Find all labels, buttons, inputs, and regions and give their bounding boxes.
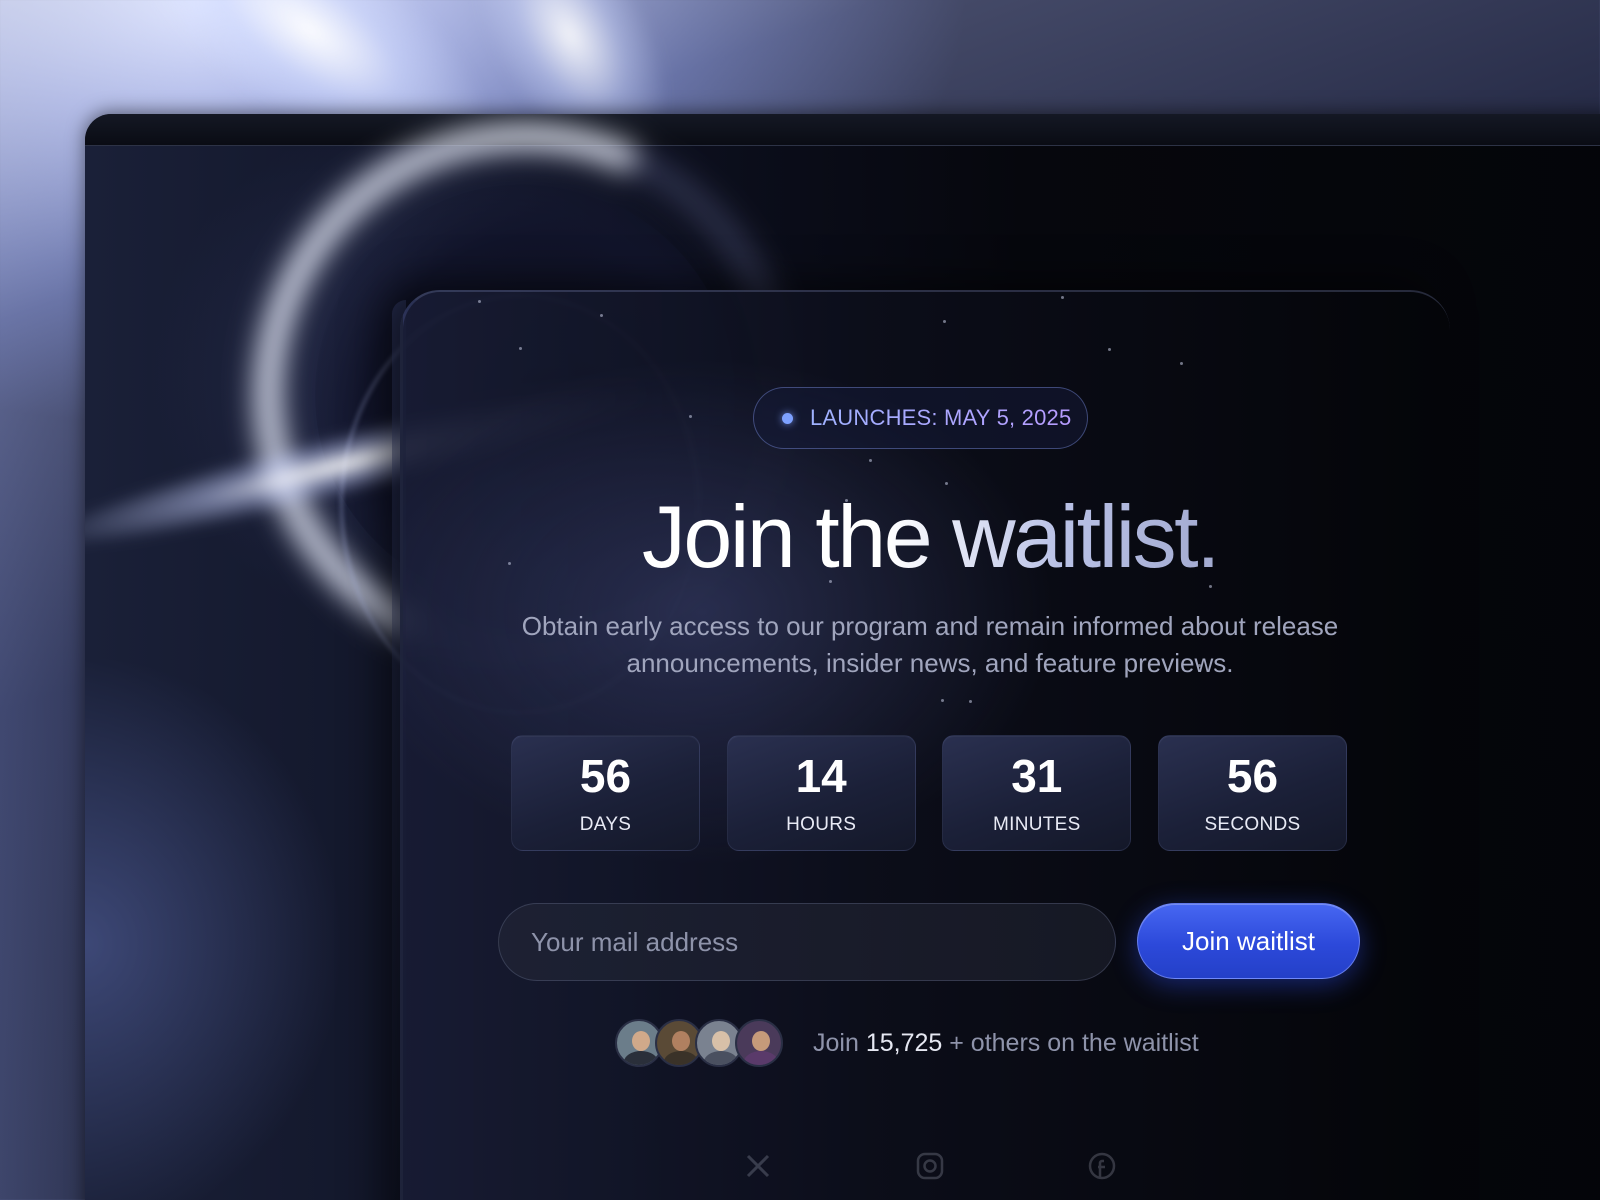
star xyxy=(943,320,946,323)
star xyxy=(689,415,692,418)
star xyxy=(1061,296,1064,299)
countdown-label: SECONDS xyxy=(1204,814,1301,835)
star xyxy=(1180,362,1183,365)
countdown-value: 14 xyxy=(795,750,847,802)
star xyxy=(941,699,944,702)
countdown-days: 56 DAYS xyxy=(511,735,700,851)
countdown-value: 56 xyxy=(1226,750,1279,802)
star xyxy=(869,459,872,462)
social-proof: Join 15,725 + others on the waitlist xyxy=(615,1018,1199,1068)
proof-prefix: Join xyxy=(813,1028,859,1057)
star xyxy=(519,347,522,350)
star xyxy=(1108,348,1111,351)
countdown-seconds: 56 SECONDS xyxy=(1157,735,1347,851)
x-icon[interactable] xyxy=(740,1148,776,1184)
star xyxy=(969,700,972,703)
avatar-stack xyxy=(615,1019,783,1067)
launch-date-badge: LAUNCHES: MAY 5, 2025 xyxy=(753,387,1088,449)
left-glow xyxy=(85,654,345,1200)
countdown-label: MINUTES xyxy=(993,814,1081,835)
status-dot-icon xyxy=(782,412,793,424)
page-subtitle: Obtain early access to our program and r… xyxy=(521,611,1339,678)
join-waitlist-button[interactable]: Join waitlist xyxy=(1137,903,1360,979)
star xyxy=(945,482,948,485)
countdown-hours: 14 HOURS xyxy=(726,735,916,851)
facebook-icon[interactable] xyxy=(1084,1148,1120,1184)
instagram-icon[interactable] xyxy=(912,1148,948,1184)
avatar xyxy=(735,1019,783,1067)
countdown-timer: 56 DAYS 14 HOURS 31 MINUTES 56 SECONDS xyxy=(511,735,1347,851)
window-titlebar xyxy=(85,114,1600,146)
email-field[interactable] xyxy=(498,903,1116,981)
countdown-minutes: 31 MINUTES xyxy=(942,735,1132,851)
social-links xyxy=(740,1148,1120,1188)
star xyxy=(478,300,481,303)
countdown-label: HOURS xyxy=(786,814,857,835)
countdown-label: DAYS xyxy=(579,814,632,835)
countdown-value: 31 xyxy=(1011,750,1063,802)
waitlist-count-text: Join 15,725 + others on the waitlist xyxy=(813,1029,1199,1058)
launch-date-text: LAUNCHES: MAY 5, 2025 xyxy=(810,405,1072,430)
countdown-value: 56 xyxy=(579,750,632,802)
star xyxy=(600,314,603,317)
page-title: Join the waitlist. xyxy=(500,487,1360,587)
waitlist-count: 15,725 xyxy=(865,1028,943,1057)
proof-suffix: + others on the waitlist xyxy=(949,1028,1199,1057)
